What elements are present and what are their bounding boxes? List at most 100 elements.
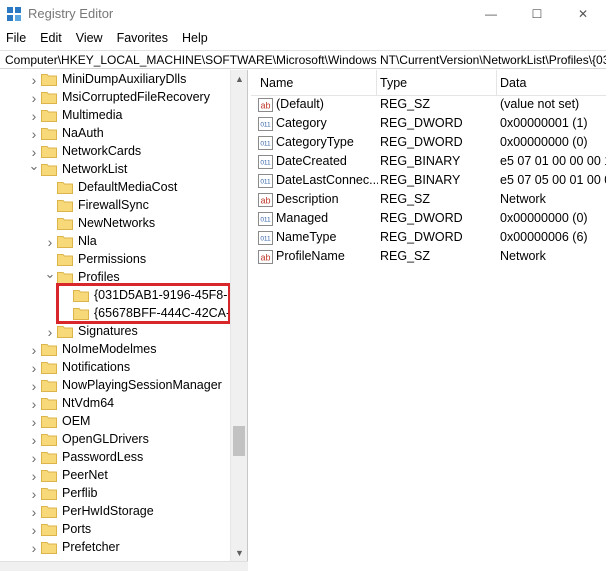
folder-icon (73, 290, 89, 302)
menu-edit[interactable]: Edit (40, 31, 62, 45)
value-row[interactable]: 011 NameType REG_DWORD 0x00000006 (6) (251, 229, 606, 248)
column-header-name[interactable]: Name (260, 76, 293, 90)
chevron-right-icon[interactable]: › (28, 377, 40, 395)
tree-item[interactable]: › NoImeModelmes (0, 341, 230, 359)
chevron-right-icon[interactable]: › (28, 539, 40, 557)
tree-item[interactable]: › Signatures (0, 323, 230, 341)
maximize-button[interactable]: ☐ (514, 0, 560, 28)
column-header-type[interactable]: Type (380, 76, 407, 90)
chevron-right-icon[interactable]: › (28, 467, 40, 485)
minimize-button[interactable]: — (468, 0, 514, 28)
chevron-down-icon[interactable]: ⌄ (44, 265, 56, 283)
value-row[interactable]: ab ProfileName REG_SZ Network (251, 248, 606, 267)
tree-item[interactable]: Permissions (0, 251, 230, 269)
menu-file[interactable]: File (6, 31, 26, 45)
maximize-icon: ☐ (531, 7, 543, 21)
tree-item[interactable]: › PasswordLess (0, 449, 230, 467)
value-row[interactable]: ab Description REG_SZ Network (251, 191, 606, 210)
tree-item[interactable]: › Notifications (0, 359, 230, 377)
value-data: Network (500, 192, 546, 206)
tree-item[interactable]: {65678BFF-444C-42CA-B9 (0, 305, 245, 323)
folder-icon (57, 272, 73, 284)
menu-help[interactable]: Help (182, 31, 208, 45)
close-button[interactable]: ✕ (560, 0, 606, 28)
tree-item-label: PeerNet (62, 468, 108, 482)
chevron-right-icon[interactable]: › (44, 323, 56, 341)
chevron-right-icon[interactable]: › (28, 449, 40, 467)
chevron-right-icon[interactable]: › (44, 233, 56, 251)
value-row[interactable]: 011 DateLastConnec... REG_BINARY e5 07 05 0… (251, 172, 606, 191)
tree-item[interactable]: › PerHwIdStorage (0, 503, 230, 521)
folder-icon (57, 200, 73, 212)
menu-view[interactable]: View (76, 31, 103, 45)
value-name: (Default) (276, 97, 324, 111)
chevron-right-icon[interactable]: › (28, 485, 40, 503)
tree-vertical-scrollbar[interactable]: ▲ ▼ (230, 70, 247, 561)
chevron-right-icon[interactable]: › (28, 503, 40, 521)
chevron-right-icon[interactable]: › (28, 431, 40, 449)
value-row[interactable]: 011 Managed REG_DWORD 0x00000000 (0) (251, 210, 606, 229)
tree-item-label: MiniDumpAuxiliaryDlls (62, 72, 187, 86)
tree-item[interactable]: › Nla (0, 233, 230, 251)
tree-item[interactable]: › Ports (0, 521, 230, 539)
tree-item[interactable]: › MiniDumpAuxiliaryDlls (0, 71, 230, 89)
chevron-right-icon[interactable]: › (28, 89, 40, 107)
tree-item[interactable]: › Perflib (0, 485, 230, 503)
scroll-thumb[interactable] (233, 426, 245, 456)
column-divider[interactable] (376, 70, 377, 96)
tree-item[interactable]: ⌄ Profiles (0, 266, 230, 287)
binary-value-icon: 011 (258, 231, 273, 245)
chevron-right-icon[interactable]: › (28, 71, 40, 89)
value-type: REG_DWORD (380, 230, 463, 244)
tree-item-label: Multimedia (62, 108, 123, 122)
tree-item[interactable]: {031D5AB1-9196-45F8-B00 (0, 287, 247, 305)
tree-item[interactable]: FirewallSync (0, 197, 230, 215)
value-row[interactable]: 011 Category REG_DWORD 0x00000001 (1) (251, 115, 606, 134)
chevron-right-icon[interactable]: › (28, 395, 40, 413)
tree-item[interactable]: › NowPlayingSessionManager (0, 377, 230, 395)
tree-item-label: Prefetcher (62, 540, 120, 554)
tree-item-label: NetworkCards (62, 144, 142, 158)
menu-favorites[interactable]: Favorites (117, 31, 168, 45)
folder-icon (41, 524, 57, 536)
column-divider[interactable] (496, 70, 497, 96)
svg-text:011: 011 (260, 141, 271, 148)
column-header-data[interactable]: Data (500, 76, 526, 90)
chevron-right-icon[interactable]: › (28, 107, 40, 125)
tree-item-label: FirewallSync (78, 198, 149, 212)
scroll-up-icon[interactable]: ▲ (231, 70, 248, 87)
tree-item[interactable]: › Prefetcher (0, 539, 230, 557)
chevron-right-icon[interactable]: › (28, 359, 40, 377)
chevron-right-icon[interactable]: › (28, 125, 40, 143)
value-row[interactable]: 011 CategoryType REG_DWORD 0x00000000 (0) (251, 134, 606, 153)
folder-icon (41, 506, 57, 518)
value-row[interactable]: ab (Default) REG_SZ (value not set) (251, 96, 606, 115)
tree-item-label: Nla (78, 234, 97, 248)
value-name: Managed (276, 211, 329, 225)
address-bar[interactable]: Computer\HKEY_LOCAL_MACHINE\SOFTWARE\Mic… (0, 50, 606, 69)
binary-value-icon: 011 (258, 174, 273, 188)
scroll-down-icon[interactable]: ▼ (231, 544, 248, 561)
chevron-down-icon[interactable]: ⌄ (28, 157, 40, 175)
chevron-right-icon[interactable]: › (28, 341, 40, 359)
tree-item[interactable]: › Multimedia (0, 107, 230, 125)
tree-item[interactable]: › OpenGLDrivers (0, 431, 230, 449)
string-value-icon: ab (258, 98, 273, 112)
chevron-right-icon[interactable]: › (28, 521, 40, 539)
folder-icon (41, 434, 57, 446)
tree-item[interactable]: DefaultMediaCost (0, 179, 230, 197)
tree-item[interactable]: ⌄ NetworkList (0, 158, 230, 179)
tree-item-label: DefaultMediaCost (78, 180, 178, 194)
tree-item[interactable]: › PeerNet (0, 467, 230, 485)
tree-item[interactable]: › NaAuth (0, 125, 230, 143)
value-row[interactable]: 011 DateCreated REG_BINARY e5 07 01 00 00 0… (251, 153, 606, 172)
folder-icon (41, 416, 57, 428)
value-name: Description (276, 192, 339, 206)
tree-item[interactable]: › OEM (0, 413, 230, 431)
tree-item[interactable]: › NtVdm64 (0, 395, 230, 413)
tree-horizontal-scrollbar[interactable] (0, 561, 248, 571)
tree-item[interactable]: › MsiCorruptedFileRecovery (0, 89, 230, 107)
tree-item[interactable]: NewNetworks (0, 215, 230, 233)
value-data: 0x00000000 (0) (500, 135, 588, 149)
chevron-right-icon[interactable]: › (28, 413, 40, 431)
